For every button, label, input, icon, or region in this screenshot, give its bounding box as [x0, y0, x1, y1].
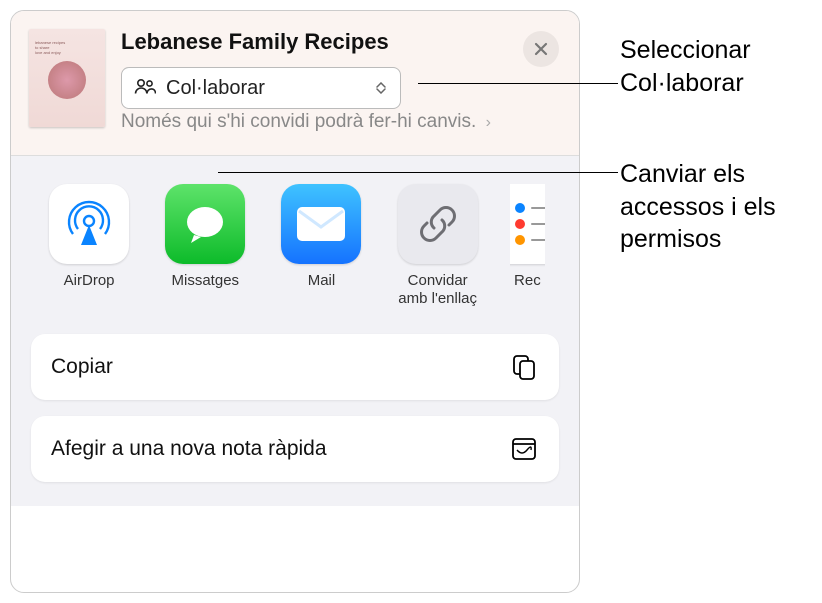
header-main: Lebanese Family Recipes Col·laborar [121, 29, 561, 135]
share-sheet: lebanese recipesto sharelove and enjoy L… [10, 10, 580, 593]
app-label: Convidar amb l'enllaç [394, 272, 482, 308]
share-apps-row: AirDrop Missatges Mail [31, 180, 559, 308]
app-label: Rec [514, 272, 541, 308]
close-button[interactable] [523, 31, 559, 67]
app-airdrop[interactable]: AirDrop [45, 184, 133, 308]
app-messages[interactable]: Missatges [161, 184, 249, 308]
close-icon [533, 41, 549, 57]
action-label: Afegir a una nova nota ràpida [51, 437, 327, 461]
quick-note-icon [509, 434, 539, 464]
app-invite-link[interactable]: Convidar amb l'enllaç [394, 184, 482, 308]
app-label: AirDrop [64, 272, 115, 308]
action-copy[interactable]: Copiar [31, 334, 559, 400]
chevron-right-icon: › [486, 114, 491, 131]
annotation-select-collaborate: Seleccionar Col·laborar [620, 34, 810, 99]
document-title: Lebanese Family Recipes [121, 29, 561, 55]
updown-arrows-icon [374, 78, 388, 98]
collaborate-dropdown[interactable]: Col·laborar [121, 67, 401, 109]
action-label: Copiar [51, 355, 113, 379]
actions-list: Copiar Afegir a una nova nota ràpida [31, 334, 559, 482]
collaborate-dropdown-label: Col·laborar [166, 77, 364, 100]
airdrop-icon [49, 184, 129, 264]
callout-line [218, 172, 618, 173]
document-thumbnail: lebanese recipesto sharelove and enjoy [29, 29, 105, 127]
share-body: AirDrop Missatges Mail [11, 156, 579, 506]
reminders-icon [510, 184, 545, 264]
action-quick-note[interactable]: Afegir a una nova nota ràpida [31, 416, 559, 482]
app-reminders-partial[interactable]: Rec [510, 184, 545, 308]
mail-icon [281, 184, 361, 264]
callout-line [418, 83, 618, 84]
app-label: Mail [308, 272, 336, 308]
annotation-change-permissions: Canviar els accessos i els permisos [620, 158, 810, 256]
link-icon [398, 184, 478, 264]
copy-icon [509, 352, 539, 382]
app-mail[interactable]: Mail [277, 184, 365, 308]
permissions-hint[interactable]: Només qui s'hi convidi podrà fer-hi canv… [121, 111, 491, 132]
app-label: Missatges [172, 272, 240, 308]
messages-icon [165, 184, 245, 264]
permissions-hint-text: Només qui s'hi convidi podrà fer-hi canv… [121, 111, 476, 132]
people-icon [134, 77, 156, 100]
